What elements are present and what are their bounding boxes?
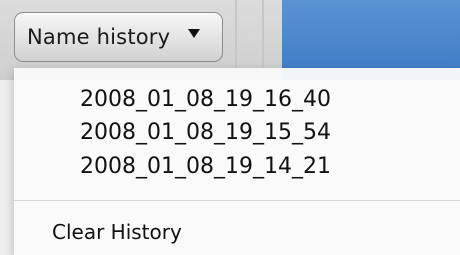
window: Name history 2008_01_08_19_16_40 2008_01…: [0, 0, 460, 255]
name-history-label: Name history: [27, 25, 171, 49]
chevron-down-icon: [188, 29, 200, 38]
history-dropdown-menu: 2008_01_08_19_16_40 2008_01_08_19_15_54 …: [14, 68, 460, 255]
history-menu-item[interactable]: 2008_01_08_19_16_40: [14, 87, 460, 112]
menu-separator: [14, 200, 460, 201]
clear-history-menu-item[interactable]: Clear History: [14, 220, 460, 244]
history-menu-item[interactable]: 2008_01_08_19_14_21: [14, 154, 460, 179]
history-menu-item[interactable]: 2008_01_08_19_15_54: [14, 120, 460, 145]
